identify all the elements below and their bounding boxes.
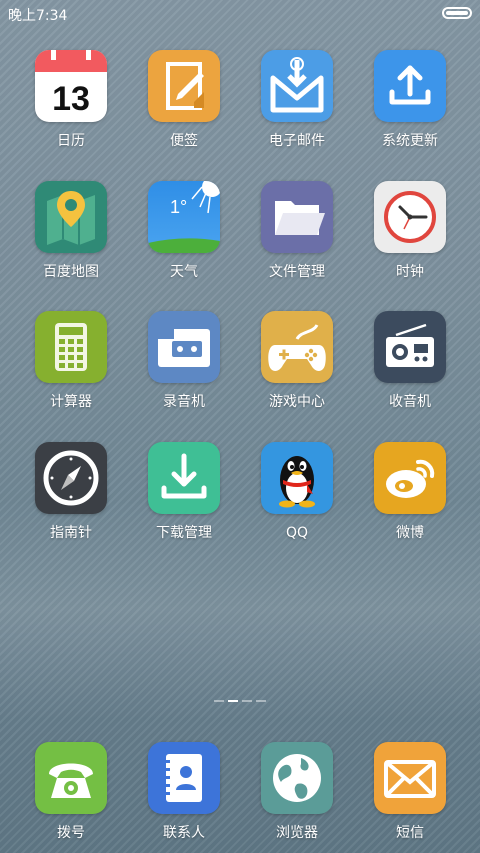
calendar-day: 13 — [52, 80, 90, 118]
app-label: 录音机 — [163, 394, 205, 410]
folder-icon — [261, 181, 333, 253]
app-downloads[interactable]: 下载管理 — [134, 442, 234, 542]
app-label: 短信 — [396, 825, 424, 841]
weather-icon: 1° — [148, 181, 220, 253]
email-icon — [261, 50, 333, 122]
app-calculator[interactable]: 计算器 — [21, 311, 121, 411]
app-files[interactable]: 文件管理 — [247, 181, 347, 281]
page-dot[interactable] — [256, 700, 266, 702]
app-weather[interactable]: 1° 天气 — [134, 181, 234, 281]
dock-browser[interactable]: 浏览器 — [247, 742, 347, 842]
map-icon — [35, 181, 107, 253]
globe-icon — [261, 742, 333, 814]
weather-temp: 1° — [170, 197, 187, 217]
app-notes[interactable]: 便签 — [134, 50, 234, 150]
dock-contacts[interactable]: 联系人 — [134, 742, 234, 842]
app-label: 下载管理 — [156, 525, 212, 541]
weibo-icon — [374, 442, 446, 514]
app-label: 收音机 — [389, 394, 431, 410]
app-update[interactable]: 系统更新 — [360, 50, 460, 150]
app-label: 百度地图 — [43, 264, 99, 280]
app-games[interactable]: 游戏中心 — [247, 311, 347, 411]
app-radio[interactable]: 收音机 — [360, 311, 460, 411]
app-label: 系统更新 — [382, 133, 438, 149]
app-calendar[interactable]: 13 日历 — [21, 50, 121, 150]
app-label: QQ — [285, 525, 309, 541]
app-label: 时钟 — [396, 264, 424, 280]
app-label: 微博 — [396, 525, 424, 541]
page-indicator — [0, 700, 480, 704]
app-clock[interactable]: 时钟 — [360, 181, 460, 281]
status-time: 晚上7:34 — [8, 8, 68, 24]
update-icon — [374, 50, 446, 122]
app-label: 天气 — [170, 264, 198, 280]
radio-icon — [374, 311, 446, 383]
envelope-icon — [374, 742, 446, 814]
app-label: 便签 — [170, 133, 198, 149]
download-icon — [148, 442, 220, 514]
calendar-icon: 13 — [35, 50, 107, 122]
calculator-icon — [35, 311, 107, 383]
app-label: 拨号 — [57, 825, 85, 841]
page-dot[interactable] — [214, 700, 224, 702]
app-recorder[interactable]: 录音机 — [134, 311, 234, 411]
app-label: 浏览器 — [276, 825, 318, 841]
app-qq[interactable]: QQ — [247, 442, 347, 542]
app-compass[interactable]: 指南针 — [21, 442, 121, 542]
app-weibo[interactable]: 微博 — [360, 442, 460, 542]
compass-icon — [35, 442, 107, 514]
dock-dialer[interactable]: 拨号 — [21, 742, 121, 842]
app-label: 计算器 — [50, 394, 92, 410]
app-maps[interactable]: 百度地图 — [21, 181, 121, 281]
penguin-icon — [261, 442, 333, 514]
recorder-icon — [148, 311, 220, 383]
app-label: 文件管理 — [269, 264, 325, 280]
page-dot-active[interactable] — [228, 700, 238, 702]
app-label: 联系人 — [163, 825, 205, 841]
app-label: 电子邮件 — [269, 133, 325, 149]
notes-icon — [148, 50, 220, 122]
status-bar: 晚上7:34 — [0, 0, 480, 28]
battery-icon — [442, 7, 472, 19]
phone-icon — [35, 742, 107, 814]
gamepad-icon — [261, 311, 333, 383]
app-label: 日历 — [57, 133, 85, 149]
app-label: 指南针 — [50, 525, 92, 541]
clock-icon — [374, 181, 446, 253]
contacts-icon — [148, 742, 220, 814]
app-email[interactable]: 电子邮件 — [247, 50, 347, 150]
dock-sms[interactable]: 短信 — [360, 742, 460, 842]
page-dot[interactable] — [242, 700, 252, 702]
app-label: 游戏中心 — [269, 394, 325, 410]
